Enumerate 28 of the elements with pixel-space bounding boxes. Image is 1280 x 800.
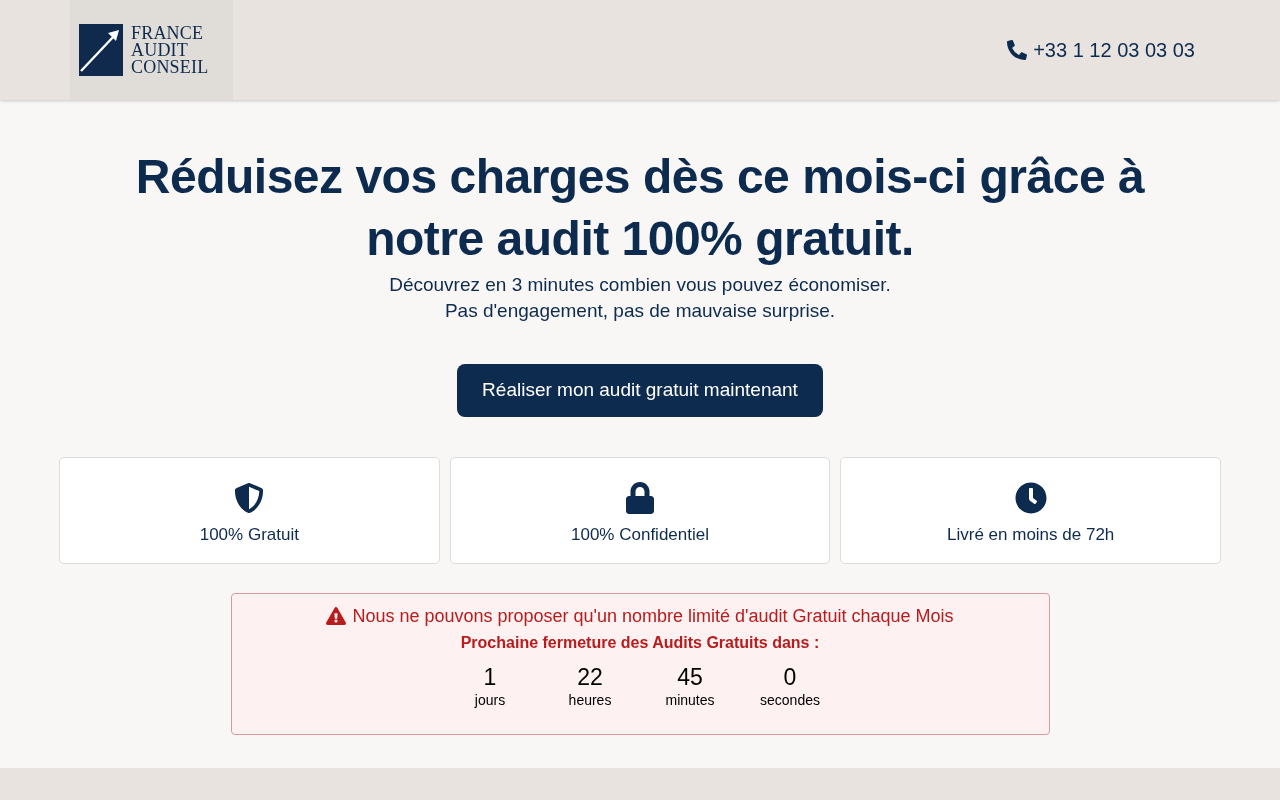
feature-label: 100% Confidentiel [571,524,709,546]
warning-icon [326,607,347,625]
countdown-unit: heures [568,691,612,709]
hero-subtitle: Découvrez en 3 minutes combien vous pouvez économiser. [389,273,891,297]
hero-subtitle: Pas d'engagement, pas de mauvaise surprise. [444,299,836,323]
feature-label: 100% Gratuit [199,524,299,546]
alert-message: Nous ne pouvons proposer qu'un nombre limité d'audit Gratuit chaque Mois [352,605,954,628]
feature-label: Livré en moins de 72h [947,524,1115,546]
countdown-unit: secondes [760,691,820,709]
logo-text: CONSEIL [131,58,209,76]
phone-link[interactable]: +33 1 12 03 03 03 [1007,35,1195,65]
clock-icon [1014,482,1047,514]
countdown-unit: minutes [665,691,715,709]
countdown-value: 1 [483,663,497,691]
logo-panel[interactable]: FRANCE AUDIT CONSEIL [70,0,233,100]
cta-button[interactable]: Réaliser mon audit gratuit maintenant [457,364,823,417]
countdown-value: 0 [783,663,797,691]
shield-icon [234,482,265,514]
logo-text: AUDIT [131,41,189,59]
hero-title: Réduisez vos charges dès ce mois-ci grâce à notre audit 100% gratuit. [134,149,1146,267]
logo-text: FRANCE [131,24,205,42]
countdown-unit: jours [474,691,506,709]
countdown-value: 22 [577,663,603,691]
logo-mark-icon [79,24,123,76]
padlock-icon [625,482,655,514]
countdown-value: 45 [677,663,703,691]
alert-heading: Prochaine fermeture des Audits Gratuits dans : [460,633,820,653]
phone-icon [1007,40,1028,60]
